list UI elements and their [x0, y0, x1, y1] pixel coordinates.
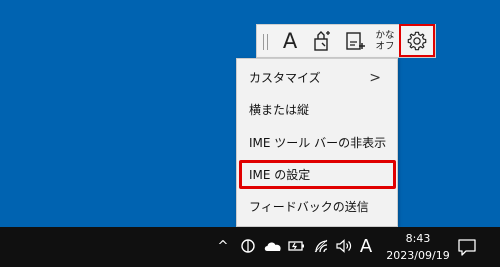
clock-date: 2023/09/19 [386, 249, 450, 262]
taskbar: ^ A 8:43 2023/09/19 [0, 227, 500, 267]
draw-pad-icon[interactable] [309, 25, 335, 57]
kana-line-2: オフ [375, 41, 395, 52]
menu-item-label: カスタマイズ [249, 71, 321, 85]
ime-pad-icon[interactable] [341, 25, 369, 57]
clock-time: 8:43 [405, 232, 431, 245]
wifi-icon[interactable] [313, 236, 329, 256]
menu-item-send-feedback[interactable]: フィードバックの送信 [237, 193, 397, 221]
chevron-right-icon: > [369, 70, 381, 86]
onedrive-cloud-icon[interactable] [263, 236, 283, 256]
menu-item-customize[interactable]: カスタマイズ > [237, 64, 397, 92]
menu-item-label: フィードバックの送信 [249, 200, 369, 214]
input-indicator-icon[interactable] [240, 236, 256, 256]
menu-item-hide-toolbar[interactable]: IME ツール バーの非表示 [237, 129, 397, 157]
menu-item-label: IME の設定 [249, 168, 311, 182]
ime-context-menu: カスタマイズ > 横または縦 IME ツール バーの非表示 IME の設定 フィ… [236, 58, 398, 227]
show-hidden-icons-chevron-icon[interactable]: ^ [216, 236, 230, 256]
menu-item-label: IME ツール バーの非表示 [249, 136, 387, 150]
gear-icon[interactable] [399, 24, 435, 57]
font-icon[interactable]: A [277, 25, 303, 57]
clock[interactable]: 8:43 2023/09/19 [386, 230, 450, 264]
volume-icon[interactable] [335, 236, 353, 256]
menu-item-ime-settings[interactable]: IME の設定 [237, 161, 397, 189]
notification-center-icon[interactable] [457, 237, 477, 257]
battery-icon[interactable] [288, 236, 306, 256]
menu-item-orientation[interactable]: 横または縦 [237, 96, 397, 124]
kana-toggle[interactable]: かな オフ [371, 25, 399, 57]
ime-mode-indicator[interactable]: A [358, 236, 374, 257]
kana-line-1: かな [375, 30, 395, 41]
menu-item-label: 横または縦 [249, 103, 310, 117]
grip-icon[interactable] [263, 34, 268, 50]
